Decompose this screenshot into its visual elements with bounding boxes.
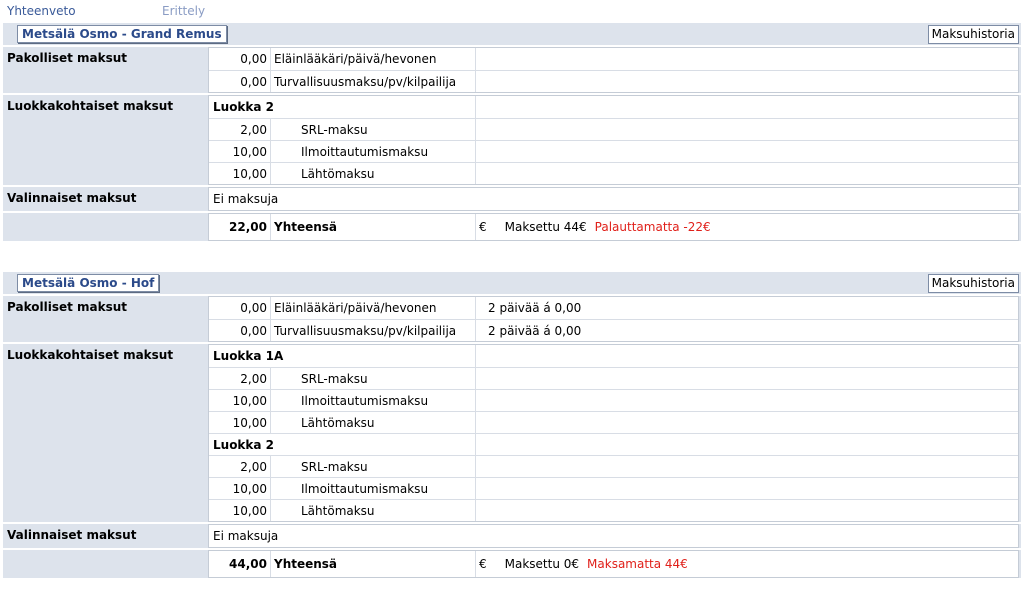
section-label: Luokkakohtaiset maksut (7, 99, 174, 113)
section-label: Valinnaiset maksut (7, 528, 137, 542)
no-fees-text: Ei maksuja (213, 529, 279, 543)
optional-fees-section: Valinnaiset maksut Ei maksuja (3, 187, 1021, 211)
section-label: Luokkakohtaiset maksut (7, 348, 174, 362)
class-header-row: Luokka 1A (209, 345, 1018, 367)
fee-note: 2 päivää á 0,00 (488, 324, 582, 338)
fee-row: 10,00 Ilmoittautumismaksu (209, 389, 1018, 411)
fee-description: SRL-maksu (271, 119, 476, 140)
fee-amount: 10,00 (209, 500, 271, 521)
fee-description: Turvallisuusmaksu/pv/kilpailija (271, 320, 476, 341)
class-fees-section: Luokkakohtaiset maksut Luokka 1A 2,00 SR… (3, 344, 1021, 522)
payment-status: € Maksettu 44€ Palauttamatta -22€ (476, 214, 1018, 240)
total-section: 44,00 Yhteensä € Maksettu 0€ Maksamatta 44… (3, 550, 1021, 578)
fee-description: Lähtömaksu (271, 500, 476, 521)
payment-history-button[interactable]: Maksuhistoria (927, 274, 1019, 293)
fee-amount: 0,00 (209, 48, 271, 70)
fee-amount: 10,00 (209, 390, 271, 411)
optional-fees-section: Valinnaiset maksut Ei maksuja (3, 524, 1021, 548)
fee-description: Ilmoittautumismaksu (271, 390, 476, 411)
fee-row: 10,00 Ilmoittautumismaksu (209, 477, 1018, 499)
paid-amount: Maksettu 44€ (504, 220, 587, 234)
fee-amount: 0,00 (209, 297, 271, 319)
payment-history-button[interactable]: Maksuhistoria (927, 25, 1019, 44)
fee-amount: 10,00 (209, 412, 271, 433)
fee-description: Eläinlääkäri/päivä/hevonen (271, 48, 476, 70)
fee-note: 2 päivää á 0,00 (488, 301, 582, 315)
fee-amount: 0,00 (209, 71, 271, 92)
fee-amount: 10,00 (209, 163, 271, 184)
fee-row: 10,00 Lähtömaksu (209, 499, 1018, 521)
currency-symbol: € (479, 557, 487, 571)
section-label: Pakolliset maksut (7, 300, 128, 314)
no-fees-text: Ei maksuja (213, 192, 279, 206)
total-row: 44,00 Yhteensä € Maksettu 0€ Maksamatta 44… (209, 551, 1018, 577)
fee-row: 2,00 SRL-maksu (209, 118, 1018, 140)
fee-row: 10,00 Lähtömaksu (209, 411, 1018, 433)
mandatory-fees-section: Pakolliset maksut 0,00 Eläinlääkäri/päiv… (3, 296, 1021, 342)
total-label: Yhteensä (271, 551, 476, 577)
payment-status: € Maksettu 0€ Maksamatta 44€ (476, 551, 1018, 577)
fee-description: Lähtömaksu (271, 163, 476, 184)
class-header-row: Luokka 2 (209, 433, 1018, 455)
class-name: Luokka 2 (209, 96, 476, 118)
no-fees-row: Ei maksuja (209, 525, 1018, 547)
currency-symbol: € (479, 220, 487, 234)
total-amount: 44,00 (209, 551, 271, 577)
section-label: Valinnaiset maksut (7, 191, 137, 205)
fee-description: Lähtömaksu (271, 412, 476, 433)
tab-summary[interactable]: Yhteenveto (7, 4, 76, 18)
class-name: Luokka 1A (209, 345, 476, 367)
fee-description: Turvallisuusmaksu/pv/kilpailija (271, 71, 476, 92)
balance-amount: Palauttamatta -22€ (594, 220, 711, 234)
block-header: Metsälä Osmo - Hof Maksuhistoria (3, 272, 1021, 294)
horse-rider-button[interactable]: Metsälä Osmo - Hof (17, 274, 160, 292)
fee-row: 0,00 Eläinlääkäri/päivä/hevonen (209, 48, 1018, 70)
fee-row: 2,00 SRL-maksu (209, 455, 1018, 477)
fee-row: 10,00 Lähtömaksu (209, 162, 1018, 184)
tab-detail[interactable]: Erittely (162, 4, 205, 18)
fee-note (476, 48, 1018, 70)
fee-row: 0,00 Turvallisuusmaksu/pv/kilpailija 2 p… (209, 319, 1018, 341)
class-fees-section: Luokkakohtaiset maksut Luokka 2 2,00 SRL… (3, 95, 1021, 185)
fee-description: SRL-maksu (271, 456, 476, 477)
total-section: 22,00 Yhteensä € Maksettu 44€ Palauttamatt… (3, 213, 1021, 241)
fee-row: 0,00 Eläinlääkäri/päivä/hevonen 2 päivää… (209, 297, 1018, 319)
fee-row: 2,00 SRL-maksu (209, 367, 1018, 389)
fee-amount: 0,00 (209, 320, 271, 341)
fee-note (476, 71, 1018, 92)
fee-amount: 10,00 (209, 141, 271, 162)
no-fees-row: Ei maksuja (209, 188, 1018, 210)
fee-block-grand-remus: Metsälä Osmo - Grand Remus Maksuhistoria… (3, 23, 1021, 241)
section-label: Pakolliset maksut (7, 51, 128, 65)
paid-amount: Maksettu 0€ (504, 557, 580, 571)
total-row: 22,00 Yhteensä € Maksettu 44€ Palauttamatt… (209, 214, 1018, 240)
fee-block-hof: Metsälä Osmo - Hof Maksuhistoria Pakolli… (3, 272, 1021, 578)
fee-amount: 10,00 (209, 478, 271, 499)
class-header-row: Luokka 2 (209, 96, 1018, 118)
balance-amount: Maksamatta 44€ (587, 557, 688, 571)
fee-amount: 2,00 (209, 456, 271, 477)
fee-amount: 2,00 (209, 119, 271, 140)
fee-row: 10,00 Ilmoittautumismaksu (209, 140, 1018, 162)
fee-description: Ilmoittautumismaksu (271, 141, 476, 162)
class-name: Luokka 2 (209, 434, 476, 455)
fee-description: Ilmoittautumismaksu (271, 478, 476, 499)
fee-description: SRL-maksu (271, 368, 476, 389)
fee-amount: 2,00 (209, 368, 271, 389)
fee-row: 0,00 Turvallisuusmaksu/pv/kilpailija (209, 70, 1018, 92)
block-header: Metsälä Osmo - Grand Remus Maksuhistoria (3, 23, 1021, 45)
mandatory-fees-section: Pakolliset maksut 0,00 Eläinlääkäri/päiv… (3, 47, 1021, 93)
horse-rider-button[interactable]: Metsälä Osmo - Grand Remus (17, 25, 227, 43)
total-label: Yhteensä (271, 214, 476, 240)
fee-description: Eläinlääkäri/päivä/hevonen (271, 297, 476, 319)
total-amount: 22,00 (209, 214, 271, 240)
